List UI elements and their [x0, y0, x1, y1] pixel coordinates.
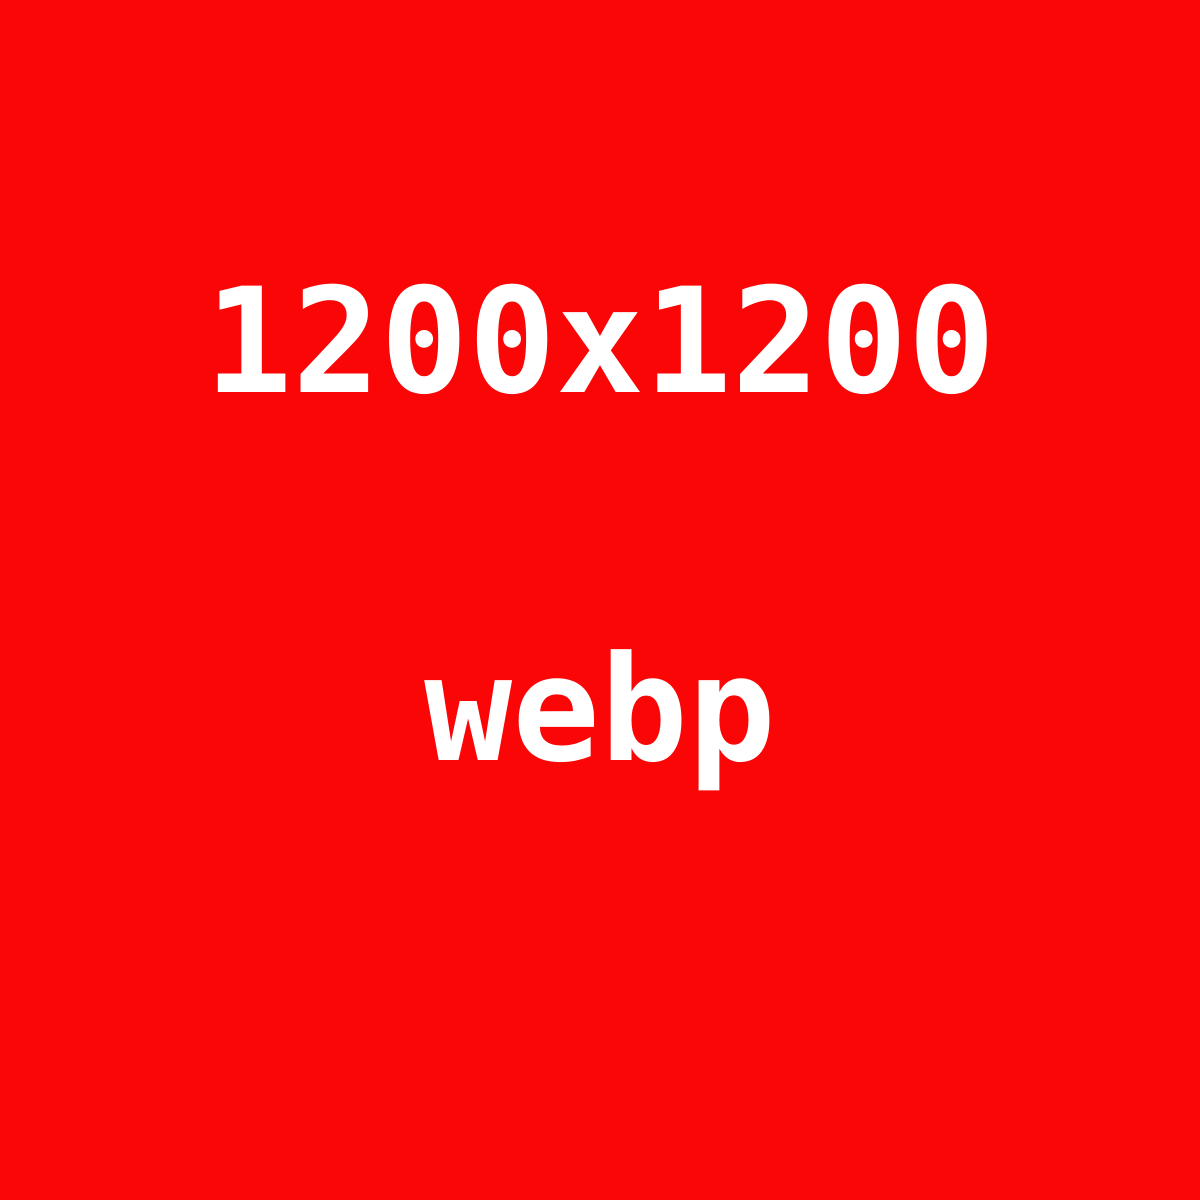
format-label: webp [424, 625, 776, 795]
dimensions-label: 1200x1200 [204, 257, 996, 427]
placeholder-image: 1200x1200 webp [0, 0, 1200, 1200]
